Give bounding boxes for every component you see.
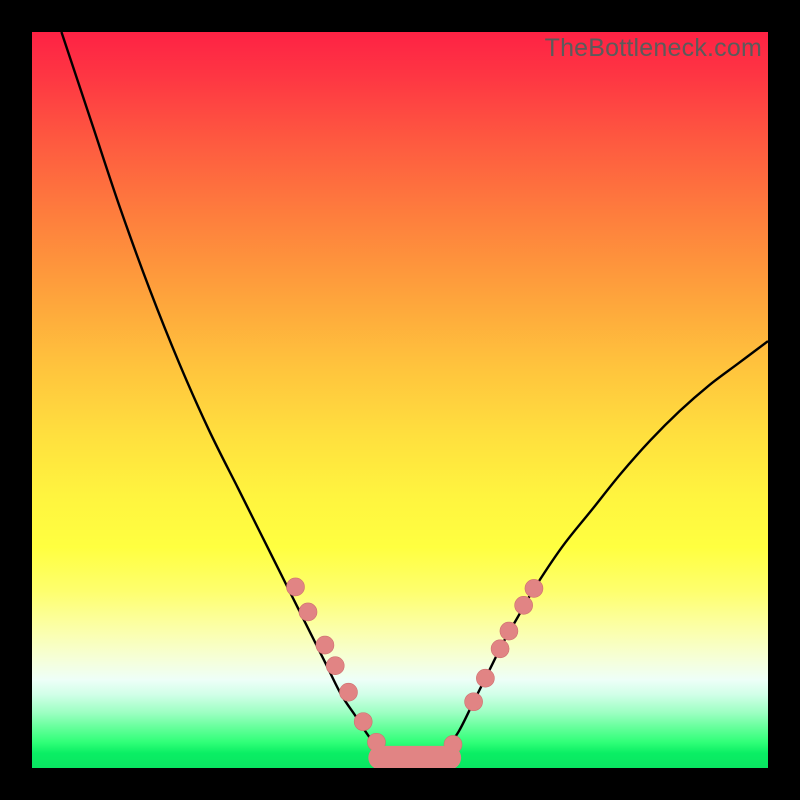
bottleneck-curve: [32, 32, 768, 768]
data-bead: [515, 596, 533, 614]
data-bead: [316, 636, 334, 654]
data-bead: [465, 693, 483, 711]
data-bead: [326, 657, 344, 675]
data-bead: [476, 669, 494, 687]
data-bead: [354, 713, 372, 731]
data-bead: [491, 640, 509, 658]
data-bead: [299, 603, 317, 621]
data-bead: [525, 579, 543, 597]
v-curve-path: [61, 32, 768, 760]
data-bead: [339, 683, 357, 701]
chart-frame: TheBottleneck.com: [0, 0, 800, 800]
data-bead: [500, 622, 518, 640]
data-bead: [286, 578, 304, 596]
plot-area: TheBottleneck.com: [32, 32, 768, 768]
